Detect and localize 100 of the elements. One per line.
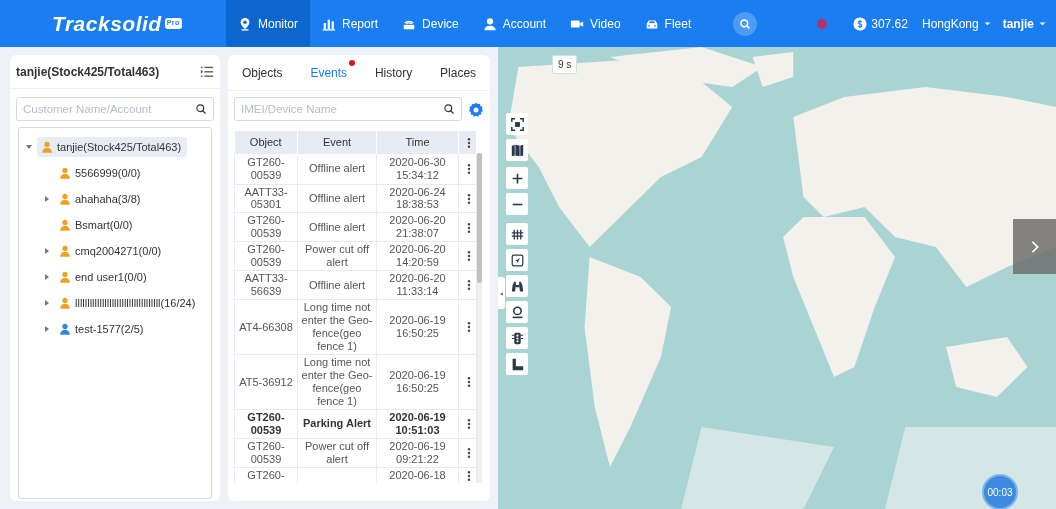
map-tool-button[interactable] bbox=[506, 301, 528, 323]
map-tool-button[interactable] bbox=[506, 139, 528, 161]
tree-item[interactable]: ahahaha(3/8) bbox=[55, 188, 147, 210]
column-header: Time bbox=[376, 131, 459, 153]
person-icon bbox=[482, 16, 497, 31]
tree-item[interactable]: tanjie(Stock425/Total463) bbox=[37, 136, 188, 158]
table-cell: AT5-36912 bbox=[239, 375, 293, 388]
map-tool-button[interactable] bbox=[506, 353, 528, 375]
tab[interactable]: Places bbox=[436, 61, 481, 84]
caret-icon bbox=[982, 19, 992, 28]
table-cell: 2020-06-19 16:50:25 bbox=[389, 369, 446, 395]
settings-button[interactable] bbox=[468, 100, 484, 118]
column-header: Event bbox=[297, 131, 377, 153]
map-tool-button[interactable] bbox=[506, 327, 528, 349]
caret-icon bbox=[1038, 19, 1048, 28]
tree-item[interactable]: 5566999(0/0) bbox=[55, 162, 147, 184]
settings-icon bbox=[468, 101, 484, 118]
table-cell: GT260-00539 bbox=[247, 439, 285, 465]
user-dropdown[interactable]: tanjie bbox=[998, 14, 1052, 33]
map-tool-button[interactable] bbox=[506, 167, 528, 189]
table-row[interactable]: GT260-00539 Offline alert 2020-06-20 21:38:07 bbox=[234, 212, 477, 242]
ruler-icon bbox=[510, 357, 524, 371]
table-cell: 2020-06-20 21:38:07 bbox=[389, 214, 446, 240]
caret-icon[interactable] bbox=[43, 325, 51, 333]
table-cell: Offline alert bbox=[308, 162, 366, 174]
table-row[interactable]: GT260-00539 Parking Alert 2020-06-19 10:51:03 bbox=[234, 409, 477, 439]
table-cell: 2020-06-18 bbox=[389, 469, 446, 482]
nav-tab[interactable]: Video bbox=[558, 0, 633, 47]
table-cell: 2020-06-19 16:50:25 bbox=[389, 314, 446, 340]
caret-icon[interactable] bbox=[43, 273, 51, 281]
traffic-light-icon bbox=[510, 331, 524, 345]
notification-dot[interactable] bbox=[817, 18, 828, 29]
search-icon bbox=[739, 17, 752, 30]
table-cell: 2020-06-19 09:21:22 bbox=[389, 439, 446, 465]
tab[interactable]: Events bbox=[306, 61, 352, 84]
refresh-interval: 9 s bbox=[552, 55, 578, 74]
nav-tab[interactable]: Fleet bbox=[632, 0, 704, 47]
collapse-handle[interactable] bbox=[498, 277, 505, 309]
table-row[interactable]: GT260-00539 Offline alert 2020-06-30 15:34:12 bbox=[234, 153, 477, 184]
table-row[interactable]: GT260-00539 Power cut off alert 2020-06-19 09:21:22 bbox=[234, 438, 477, 468]
table-cell: GT260-00539 bbox=[247, 411, 285, 436]
pin-icon bbox=[238, 16, 252, 31]
table-cell: GT260- bbox=[247, 469, 285, 482]
tree-item[interactable]: end user1(0/0) bbox=[55, 266, 153, 288]
map-tool-button[interactable] bbox=[506, 249, 528, 271]
table-cell: Parking Alert bbox=[302, 417, 372, 430]
table-cell: 2020-06-20 14:20:59 bbox=[389, 243, 446, 269]
search-button[interactable] bbox=[733, 11, 758, 36]
table-cell: 2020-06-19 10:51:03 bbox=[389, 411, 446, 436]
caret-icon[interactable] bbox=[43, 247, 51, 255]
map-tool-button[interactable] bbox=[506, 275, 528, 297]
column-header: Object bbox=[234, 131, 298, 153]
scrollbar-thumb[interactable] bbox=[477, 153, 482, 283]
table-cell: Long time not enter the Geo-fence(geo fence 1) bbox=[301, 356, 373, 408]
map-icon bbox=[510, 143, 524, 157]
table-cell: Power cut off alert bbox=[305, 243, 369, 269]
table-cell: 2020-06-20 11:33:14 bbox=[389, 272, 446, 298]
search-icon[interactable] bbox=[195, 103, 207, 115]
region-dropdown[interactable]: HongKong bbox=[917, 14, 996, 33]
tree-item[interactable]: cmq2004271(0/0) bbox=[55, 240, 168, 262]
table-cell: GT260-00539 bbox=[247, 243, 285, 269]
table-cell: AATT33-56639 bbox=[244, 272, 288, 298]
table-cell: Power cut off alert bbox=[305, 439, 369, 465]
caret-icon[interactable] bbox=[43, 299, 51, 307]
search-icon[interactable] bbox=[443, 103, 455, 115]
tree-item[interactable]: test-1577(2/5) bbox=[55, 318, 150, 340]
coin-icon bbox=[853, 16, 868, 31]
tree-item[interactable]: lllllllllllllllllllllllllllllllllll(16/24) bbox=[55, 292, 202, 314]
nav-tab[interactable]: Device bbox=[390, 0, 471, 47]
table-cell: AATT33-05301 bbox=[244, 185, 288, 211]
table-cell: GT260-00539 bbox=[247, 214, 285, 240]
search-field[interactable]: Customer Name/Account bbox=[16, 97, 214, 121]
tree-item[interactable]: Bsmart(0/0) bbox=[55, 214, 139, 236]
table-cell: 2020-06-30 15:34:12 bbox=[389, 155, 446, 181]
nav-tab[interactable]: Monitor bbox=[226, 0, 310, 47]
table-cell: Offline alert bbox=[308, 220, 366, 233]
table-cell: 2020-06-24 18:38:53 bbox=[389, 185, 446, 211]
balance[interactable]: 307.62 bbox=[849, 14, 912, 33]
nav-tab[interactable]: Report bbox=[310, 0, 391, 47]
location-icon bbox=[510, 305, 524, 319]
tab[interactable]: Objects bbox=[237, 61, 287, 84]
table-cell: Long time not enter the Geo-fence(geo fence 1) bbox=[301, 301, 373, 353]
fit-screen-icon bbox=[510, 117, 524, 131]
table-row[interactable]: AATT33-05301 Offline alert 2020-06-24 18:38:53 bbox=[234, 184, 477, 213]
caret-icon[interactable] bbox=[43, 195, 51, 203]
table-cell: AT4-66308 bbox=[239, 320, 293, 333]
zoom-in-icon bbox=[510, 171, 524, 185]
logo-text: Tracksolid bbox=[52, 10, 162, 37]
tab[interactable]: History bbox=[370, 61, 417, 84]
caret-icon[interactable] bbox=[25, 143, 33, 151]
table-row[interactable]: GT260-00539 Power cut off alert 2020-06-20 14:20:59 bbox=[234, 241, 477, 271]
table-cell: Offline alert bbox=[308, 278, 366, 291]
nav-tab[interactable]: Account bbox=[470, 0, 559, 47]
map-tool-button[interactable] bbox=[506, 113, 528, 135]
navigation-icon bbox=[510, 253, 524, 267]
map-tool-button[interactable] bbox=[506, 223, 528, 245]
search-field[interactable]: IMEI/Device Name bbox=[234, 97, 462, 121]
grid-icon bbox=[510, 227, 524, 241]
table-row[interactable]: AATT33-56639 Offline alert 2020-06-20 11:33:14 bbox=[234, 270, 477, 300]
table-row[interactable]: GT260- 2020-06-18 bbox=[234, 467, 477, 483]
